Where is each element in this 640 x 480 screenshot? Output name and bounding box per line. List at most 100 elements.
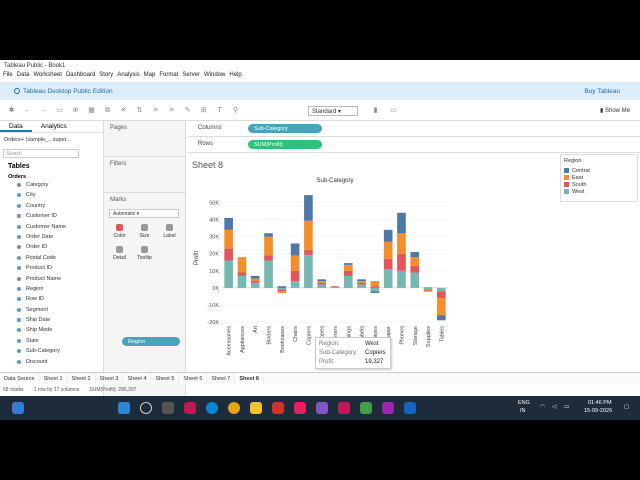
bar-segment[interactable] (250, 281, 260, 283)
bar-segment[interactable] (224, 260, 233, 288)
bar-segment[interactable] (290, 255, 300, 271)
bar-segment[interactable] (264, 236, 273, 256)
save-icon[interactable]: ▭ (55, 107, 64, 115)
bar-segment[interactable] (437, 291, 446, 299)
bar-segment[interactable] (397, 270, 406, 288)
duplicate-icon[interactable]: ⧉ (103, 107, 112, 115)
bar-segment[interactable] (224, 217, 233, 230)
bar-segment[interactable] (343, 270, 353, 276)
field-item[interactable]: Order ID (0, 243, 103, 253)
bar-segment[interactable] (304, 254, 313, 288)
volume-icon[interactable]: ◁ (552, 404, 556, 410)
field-item[interactable]: Region (0, 285, 103, 295)
bar-segment[interactable] (370, 287, 380, 292)
bar-segment[interactable] (250, 282, 260, 288)
region-color-pill[interactable]: Region (122, 337, 180, 346)
table-orders[interactable]: Orders (0, 173, 103, 181)
bar-segment[interactable] (277, 289, 287, 292)
search-icon[interactable] (140, 402, 152, 414)
bar-segment[interactable] (237, 257, 247, 273)
menu-format[interactable]: Format (159, 72, 178, 82)
bar-segment[interactable] (370, 291, 380, 293)
bar-segment[interactable] (317, 279, 327, 282)
sub-category-pill[interactable]: Sub-Category (248, 124, 322, 133)
field-item[interactable]: Product Name (0, 275, 103, 285)
undo-icon[interactable]: ← (23, 107, 32, 115)
task-view-icon[interactable] (162, 402, 174, 414)
size-button[interactable]: Size (132, 222, 157, 244)
bar-segment[interactable] (330, 286, 340, 288)
sheet-tab[interactable]: Sheet 7 (207, 373, 236, 384)
buy-tableau-link[interactable]: Buy Tableau (584, 88, 620, 95)
menu-dashboard[interactable]: Dashboard (66, 72, 95, 82)
field-item[interactable]: City (0, 191, 103, 201)
bar-segment[interactable] (330, 286, 340, 287)
field-item[interactable]: Customer Name (0, 223, 103, 233)
bar-segment[interactable] (357, 279, 366, 282)
swap-icon[interactable]: ⇅ (135, 107, 144, 115)
menu-help[interactable]: Help (229, 72, 241, 82)
wps-icon[interactable] (272, 402, 284, 414)
bar-segment[interactable] (423, 287, 433, 290)
bar-segment[interactable] (397, 253, 406, 271)
start-icon[interactable] (118, 402, 130, 414)
bar-segment[interactable] (304, 220, 313, 250)
menu-file[interactable]: File (3, 72, 13, 82)
menu-data[interactable]: Data (17, 72, 30, 82)
field-item[interactable]: Country (0, 202, 103, 212)
bar-segment[interactable] (410, 257, 420, 266)
field-item[interactable]: Category (0, 181, 103, 191)
bar-segment[interactable] (304, 195, 313, 221)
bar-segment[interactable] (423, 289, 433, 291)
bar-segment[interactable] (290, 281, 300, 288)
bar-segment[interactable] (290, 243, 300, 256)
field-item[interactable]: Product ID (0, 264, 103, 274)
media-icon[interactable] (316, 402, 328, 414)
bar-segment[interactable] (383, 229, 393, 242)
sheet-tab[interactable]: Data Source (0, 373, 40, 384)
bar-segment[interactable] (397, 212, 406, 234)
bar-segment[interactable] (423, 290, 433, 292)
field-item[interactable]: Customer ID (0, 212, 103, 222)
bar-segment[interactable] (410, 265, 420, 273)
bar-segment[interactable] (383, 269, 393, 288)
field-item[interactable]: Ship Date (0, 316, 103, 326)
bar-segment[interactable] (264, 260, 273, 288)
bar-segment[interactable] (277, 286, 287, 288)
bar-segment[interactable] (343, 263, 353, 265)
edge-icon[interactable] (206, 402, 218, 414)
field-item[interactable]: Sub-Category (0, 347, 103, 357)
tab-data[interactable]: Data (0, 121, 32, 132)
bar-segment[interactable] (224, 229, 233, 249)
bar-segment[interactable] (304, 249, 313, 255)
sheet-tab[interactable]: Sheet 5 (151, 373, 180, 384)
chrome-icon[interactable] (228, 402, 240, 414)
bar-segment[interactable] (357, 284, 366, 288)
highlight-icon[interactable]: ✎ (183, 107, 192, 115)
app-icon[interactable] (184, 402, 196, 414)
weather-icon[interactable] (12, 402, 24, 414)
tray-date[interactable]: 15-09-2026 (584, 408, 612, 414)
detail-button[interactable]: Detail (107, 244, 132, 266)
field-search-input[interactable]: Search (3, 149, 79, 158)
bar-segment[interactable] (317, 284, 327, 288)
sheet-tab[interactable]: Sheet 1 (40, 373, 68, 384)
legend-item[interactable]: West (561, 188, 637, 195)
label-button[interactable]: Label (157, 222, 182, 244)
bar-segment[interactable] (317, 282, 327, 285)
legend-item[interactable]: East (561, 174, 637, 181)
field-item[interactable]: Discount (0, 358, 103, 368)
bar-segment[interactable] (397, 233, 406, 254)
tray-region[interactable]: IN (520, 408, 526, 414)
menu-server[interactable]: Server (182, 72, 200, 82)
bar-segment[interactable] (277, 291, 287, 293)
fit-select[interactable]: Standard ▾ (308, 106, 358, 116)
legend-item[interactable]: South (561, 181, 637, 188)
file-explorer-icon[interactable] (250, 402, 262, 414)
field-item[interactable]: Postal Code (0, 254, 103, 264)
bar-segment[interactable] (250, 278, 260, 282)
clear-icon[interactable]: ✕ (119, 107, 128, 115)
tray-lang[interactable]: ENG (518, 400, 530, 406)
bar-segment[interactable] (423, 287, 433, 288)
labels-icon[interactable]: T (215, 107, 224, 115)
